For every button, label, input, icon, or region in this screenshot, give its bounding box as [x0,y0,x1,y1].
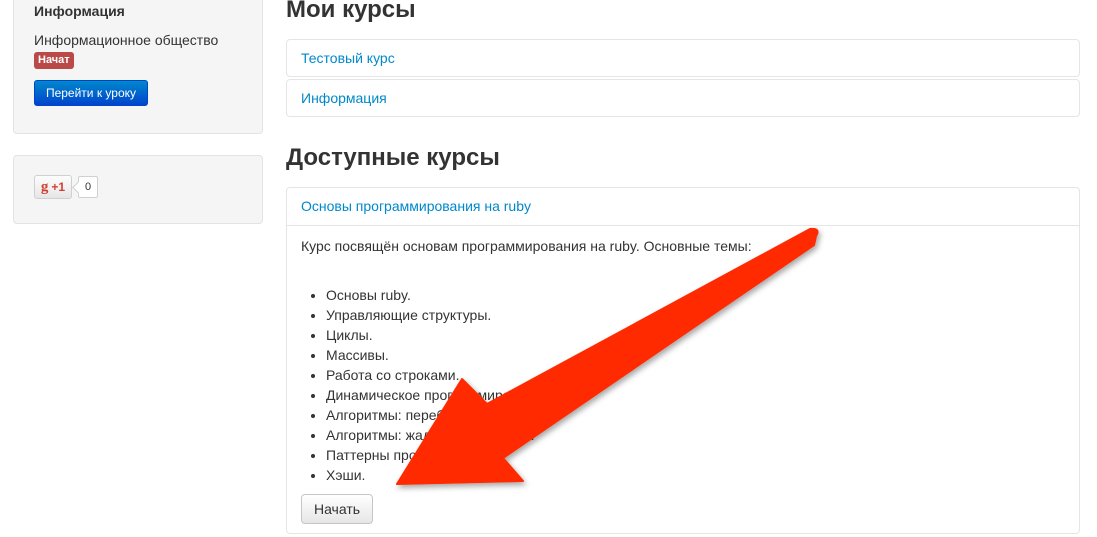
topic-item: Алгоритмы: жадные алгоритмы. [326,425,1065,445]
course-card-body: Курс посвящён основам программирования н… [287,226,1079,535]
topic-item: Циклы. [326,325,1065,345]
google-g-icon: g [40,178,49,195]
course-card-header[interactable]: Основы программирования на ruby [287,188,1079,226]
topic-item: Управляющие структуры. [326,305,1065,325]
course-topics-list: Основы ruby. Управляющие структуры. Цикл… [326,285,1065,485]
topic-item: Основы ruby. [326,285,1065,305]
my-course-item: Тестовый курс [286,39,1080,77]
current-course-panel: Информация Информационное общество Начат… [13,0,263,134]
share-panel: g +1 0 [13,155,263,224]
plus-one-label: +1 [51,180,66,194]
my-course-link[interactable]: Информация [301,90,387,106]
my-course-link[interactable]: Тестовый курс [301,50,395,66]
google-plus-one-button[interactable]: g +1 [34,175,72,199]
topic-item: Массивы. [326,345,1065,365]
available-course-card: Основы программирования на ruby Курс пос… [286,187,1080,534]
current-course-heading: Информация [34,3,125,19]
current-course-name: Информационное общество [34,32,219,48]
google-plus-widget: g +1 0 [34,175,99,199]
topic-item: Работа со строками. [326,365,1065,385]
topic-item: Динамическое программирование. [326,385,1065,405]
course-description: Курс посвящён основам программирования н… [301,238,752,254]
go-to-lesson-button[interactable]: Перейти к уроку [34,80,148,106]
topic-item: Алгоритмы: перебор. [326,405,1065,425]
topic-item: Паттерны проектирования. [326,445,1065,465]
my-courses-title: Мои курсы [286,0,416,23]
plus-one-count: 0 [78,176,99,198]
available-courses-title: Доступные курсы [286,144,500,171]
status-badge: Начат [34,52,74,69]
start-course-button[interactable]: Начать [301,494,373,524]
course-title-link[interactable]: Основы программирования на ruby [301,198,531,214]
topic-item: Хэши. [326,465,1065,485]
my-course-item: Информация [286,79,1080,117]
